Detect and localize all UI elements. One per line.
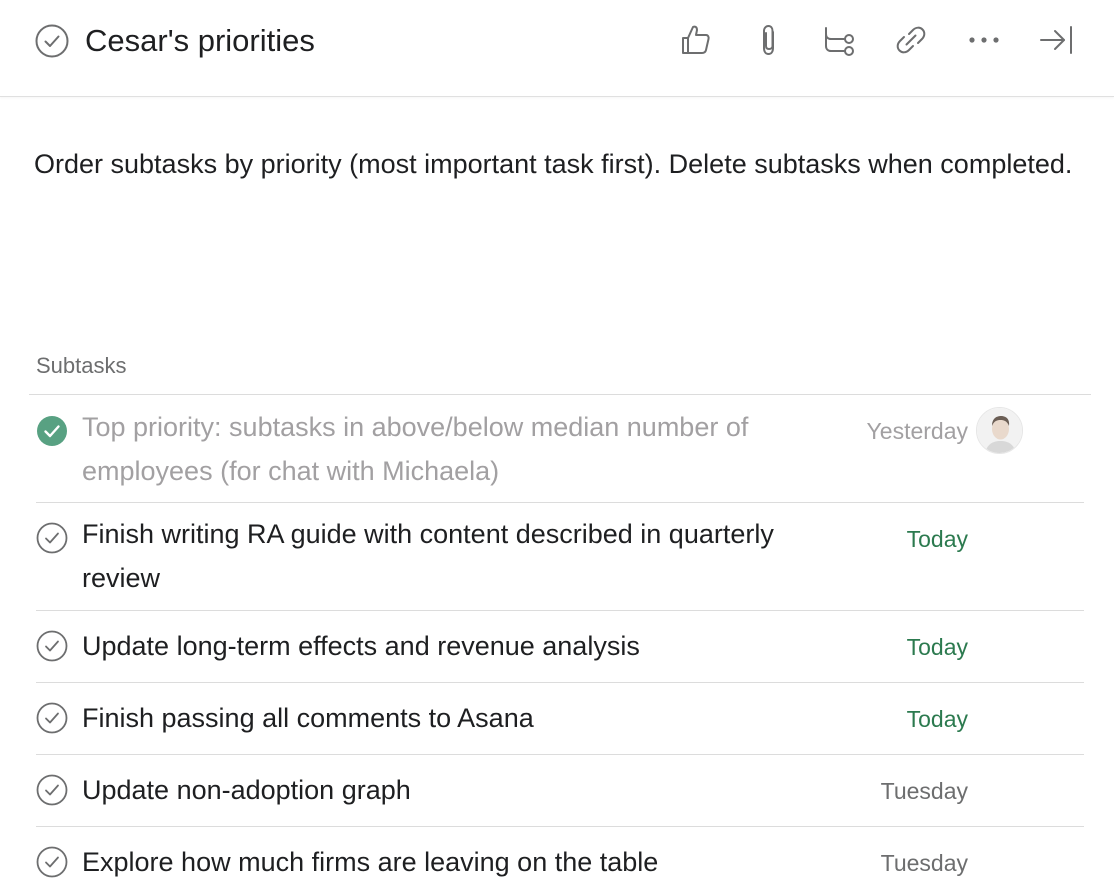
subtask-due-date[interactable]: Yesterday xyxy=(867,416,968,446)
subtask-name[interactable]: Finish writing RA guide with content des… xyxy=(82,512,852,600)
subtask-name[interactable]: Top priority: subtasks in above/below me… xyxy=(82,405,852,493)
like-icon[interactable] xyxy=(678,22,714,58)
task-header: Cesar's priorities xyxy=(0,0,1114,97)
subtask-icon[interactable] xyxy=(822,22,858,58)
task-title[interactable]: Cesar's priorities xyxy=(85,22,315,60)
subtask-row[interactable]: Top priority: subtasks in above/below me… xyxy=(36,396,1084,503)
more-icon[interactable] xyxy=(966,22,1002,58)
subtask-name[interactable]: Update long-term effects and revenue ana… xyxy=(82,624,852,668)
subtask-name[interactable]: Update non-adoption graph xyxy=(82,768,852,812)
subtask-row[interactable]: Explore how much firms are leaving on th… xyxy=(36,827,1084,888)
attachment-icon[interactable] xyxy=(751,22,787,58)
subtask-row[interactable]: Finish passing all comments to Asana Tod… xyxy=(36,683,1084,755)
subtask-name[interactable]: Finish passing all comments to Asana xyxy=(82,696,852,740)
close-pane-icon[interactable] xyxy=(1038,22,1074,58)
mark-complete-icon[interactable] xyxy=(36,630,68,662)
mark-complete-icon[interactable] xyxy=(36,522,68,554)
mark-complete-icon[interactable] xyxy=(36,702,68,734)
subtask-name[interactable]: Explore how much firms are leaving on th… xyxy=(82,840,852,884)
subtask-due-date[interactable]: Today xyxy=(907,632,968,662)
subtask-due-date[interactable]: Today xyxy=(907,524,968,554)
assignee-avatar[interactable] xyxy=(976,407,1023,454)
mark-complete-icon[interactable] xyxy=(36,846,68,878)
link-icon[interactable] xyxy=(893,22,929,58)
subtask-due-date[interactable]: Tuesday xyxy=(881,776,968,806)
subtasks-heading: Subtasks xyxy=(36,353,127,378)
subtask-row[interactable]: Finish writing RA guide with content des… xyxy=(36,503,1084,611)
subtask-row[interactable]: Update long-term effects and revenue ana… xyxy=(36,611,1084,683)
task-description[interactable]: Order subtasks by priority (most importa… xyxy=(34,142,1074,186)
mark-complete-icon[interactable] xyxy=(35,24,69,58)
subtask-row[interactable]: Update non-adoption graph Tuesday xyxy=(36,755,1084,827)
mark-complete-icon[interactable] xyxy=(36,774,68,806)
subtask-due-date[interactable]: Today xyxy=(907,704,968,734)
subtasks-divider xyxy=(29,394,1091,395)
completed-check-icon[interactable] xyxy=(36,415,68,447)
subtask-due-date[interactable]: Tuesday xyxy=(881,848,968,878)
